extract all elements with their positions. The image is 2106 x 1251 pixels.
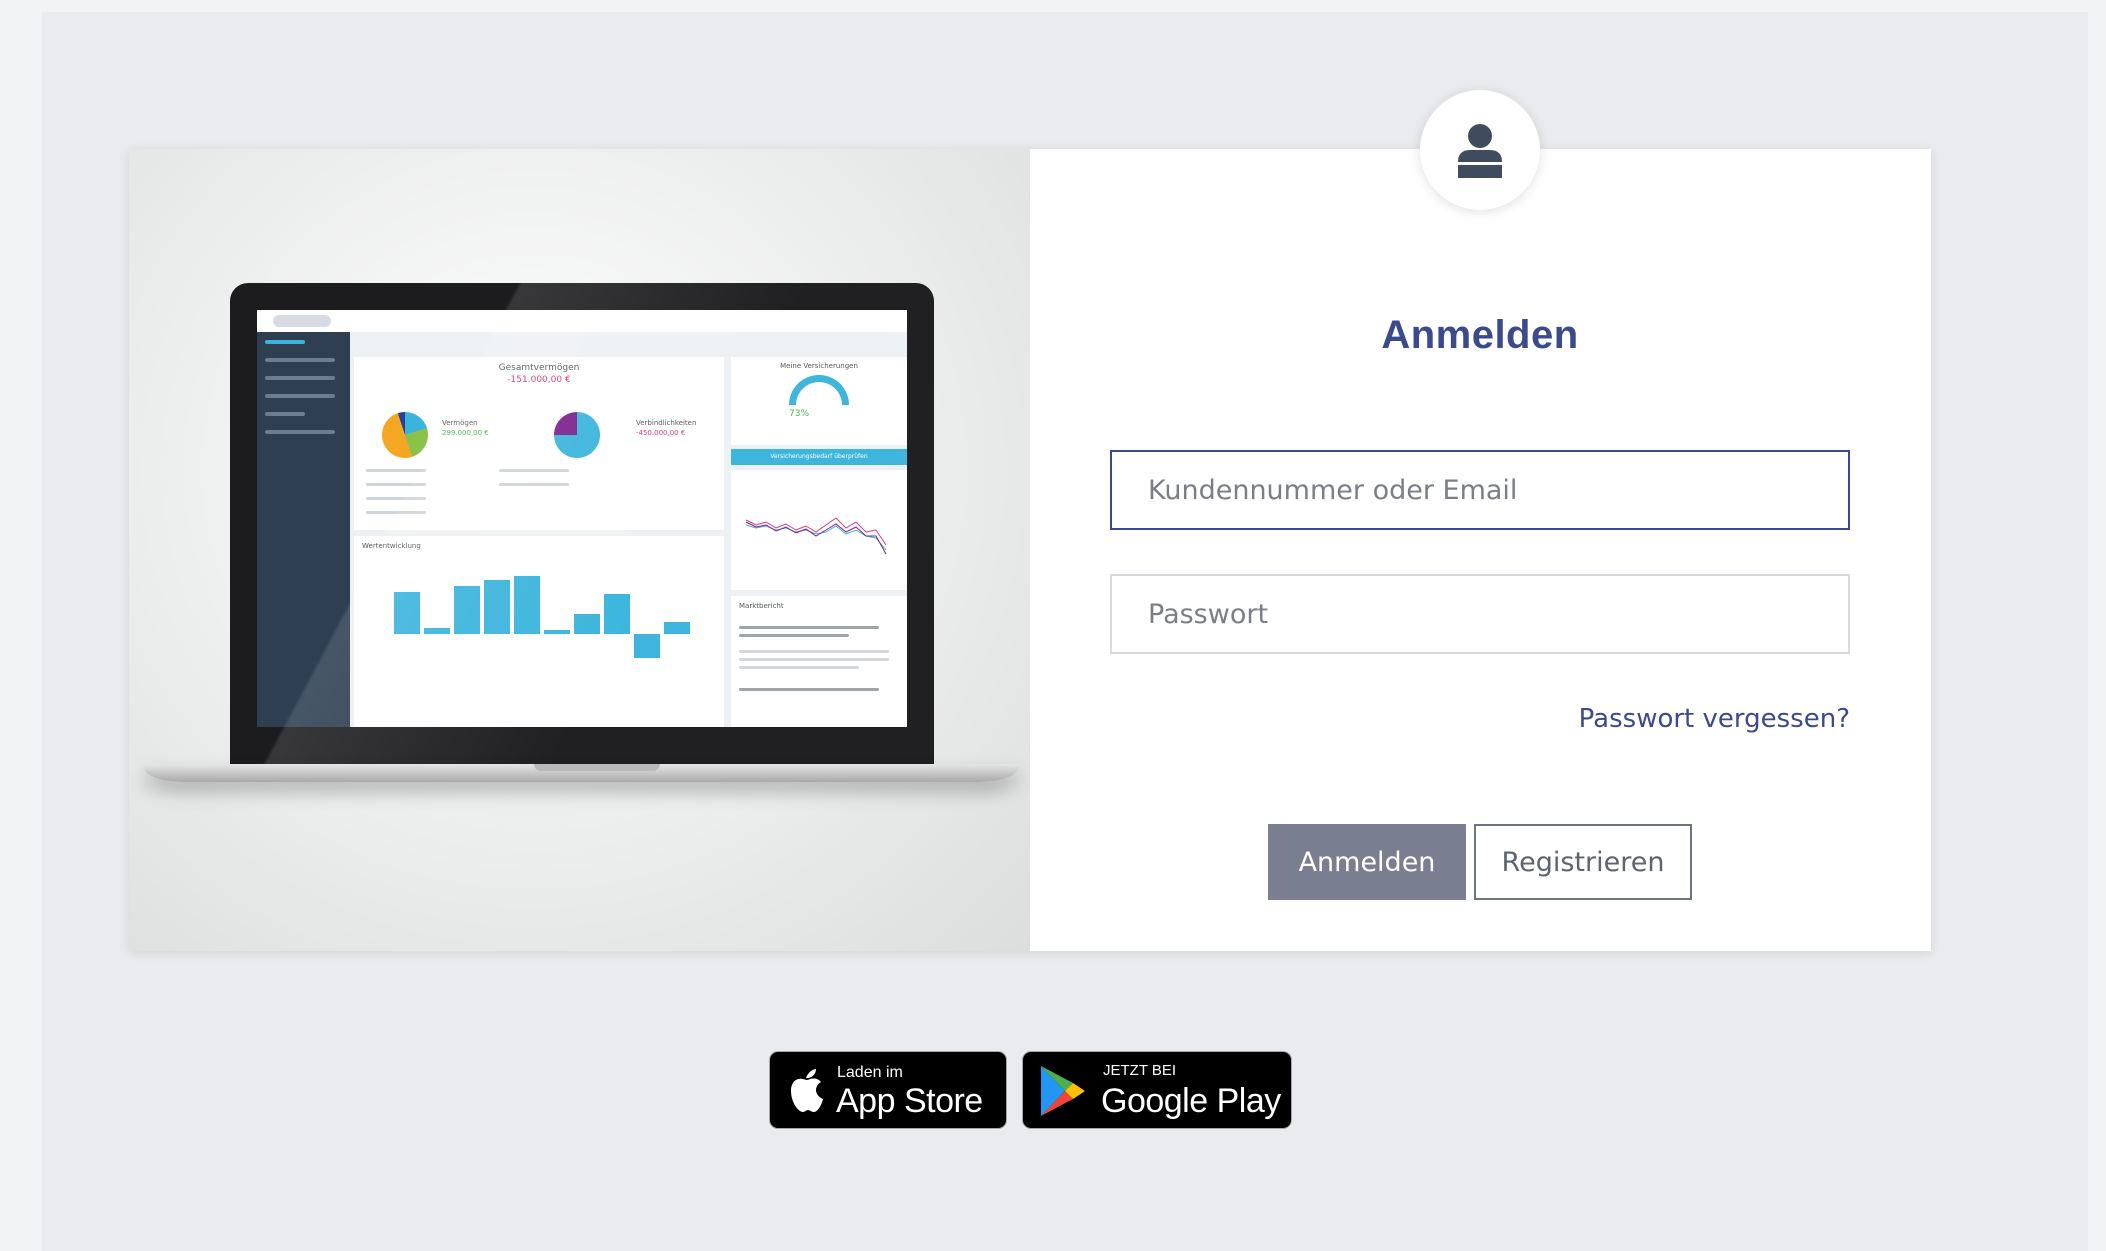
dashboard-preview: Gesamtvermögen -151.000,00 € Vermögen 29… [257,310,907,727]
preview-insurance-panel: Meine Versicherungen 73% [731,357,907,445]
preview-legend-line [499,469,569,472]
google-play-icon [1041,1066,1085,1116]
preview-news-line [739,666,859,669]
preview-sidebar-item [265,340,305,344]
preview-news-line [739,626,879,629]
hero-image: Gesamtvermögen -151.000,00 € Vermögen 29… [129,149,1030,951]
preview-legend-line [499,483,569,486]
avatar [1420,90,1540,210]
preview-liabilities-label: Verbindlichkeiten [636,419,697,427]
username-input[interactable] [1110,450,1850,530]
preview-sidebar-item [265,376,335,380]
preview-news-line [739,658,889,661]
preview-total-value: -151.000,00 € [507,375,571,385]
preview-bar [424,628,450,634]
login-button[interactable]: Anmelden [1268,824,1466,900]
forgot-password-link[interactable]: Passwort vergessen? [1110,704,1850,734]
preview-assets-pie [382,412,428,458]
google-play-badge[interactable]: JETZT BEI Google Play [1022,1051,1292,1129]
preview-summary-panel: Gesamtvermögen -151.000,00 € Vermögen 29… [354,357,724,530]
preview-sidebar [257,332,350,727]
password-input[interactable] [1110,574,1850,654]
preview-news-label: Marktbericht [739,602,784,610]
preview-bar [664,622,690,634]
preview-insurance-percent: 73% [789,409,810,419]
preview-line-chart-svg [745,517,887,555]
apple-icon [791,1069,823,1112]
user-icon [1458,124,1502,178]
preview-legend-line [366,497,426,500]
preview-bar [484,580,510,634]
preview-insurance-button-label: Versicherungsbedarf überprüfen [770,453,868,460]
preview-bar [604,594,630,634]
preview-bars [394,576,704,634]
preview-topbar [257,310,907,332]
preview-sidebar-item [265,394,335,398]
preview-bar [394,592,420,634]
preview-bar [454,586,480,634]
laptop-notch [534,764,660,771]
app-store-big-text: App Store [836,1082,983,1120]
page-title: Anmelden [1381,313,1579,357]
preview-bar [514,576,540,634]
app-store-small-text: Laden im [837,1064,903,1081]
preview-sidebar-item [265,358,335,362]
preview-sidebar-item [265,430,335,434]
preview-bar [544,630,570,634]
preview-line-chart [731,470,907,590]
preview-bar-negative [634,634,660,658]
preview-bar-chart: Wertentwicklung [354,536,724,727]
app-store-badge[interactable]: Laden im App Store [769,1051,1007,1129]
preview-legend-line [366,469,426,472]
register-button[interactable]: Registrieren [1474,824,1692,900]
preview-legend-line [366,483,426,486]
preview-insurance-label: Meine Versicherungen [780,362,858,370]
preview-news-line [739,634,849,637]
preview-total-label: Gesamtvermögen [498,363,580,373]
preview-news-panel: Marktbericht [731,596,907,727]
preview-development-label: Wertentwicklung [362,542,421,550]
preview-logo [273,315,331,327]
preview-liabilities-value: -450.000,00 € [636,429,686,437]
laptop-illustration: Gesamtvermögen -151.000,00 € Vermögen 29… [230,283,934,764]
preview-news-line [739,650,889,653]
google-play-big-text: Google Play [1101,1082,1281,1120]
preview-legend-line [366,511,426,514]
google-play-small-text: JETZT BEI [1103,1062,1177,1079]
preview-assets-label: Vermögen [442,419,478,427]
preview-liabilities-pie [554,412,600,458]
preview-bar [574,614,600,634]
laptop-base [144,764,1018,782]
preview-sidebar-item [265,412,305,416]
preview-insurance-button: Versicherungsbedarf überprüfen [731,449,907,465]
preview-gauge [789,375,849,405]
preview-assets-value: 299.000,00 € [442,429,489,437]
preview-news-line [739,688,879,691]
